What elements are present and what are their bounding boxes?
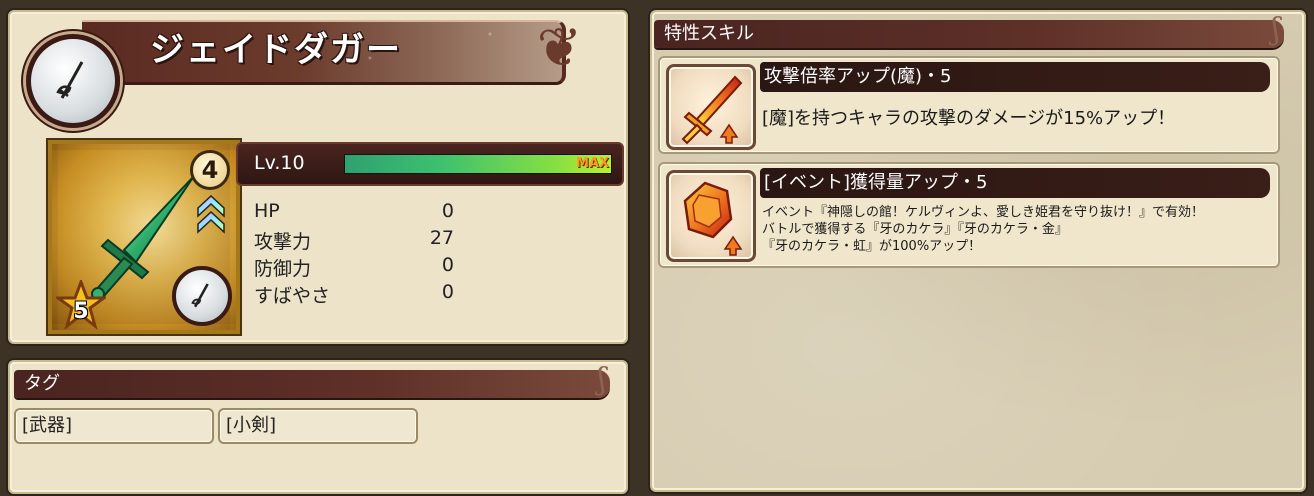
tag-header-label: タグ <box>24 373 60 394</box>
stat-row-attack: 攻撃力 27 <box>254 227 454 254</box>
stat-value: 0 <box>441 254 454 276</box>
tag-item[interactable]: [小剣] <box>218 408 418 444</box>
weapon-type-small-icon <box>172 266 232 326</box>
weapon-type-rapier-icon <box>26 34 120 128</box>
header-curl-ornament: ʃ <box>597 362 606 397</box>
skill-title: [イベント]獲得量アップ・5 <box>760 168 1270 198</box>
stat-value: 0 <box>441 200 454 222</box>
skill-desc-line: バトルで獲得する『牙のカケラ』『牙のカケラ・金』 <box>762 222 1068 237</box>
rank-chevron-icon <box>197 194 225 234</box>
tag-item[interactable]: [武器] <box>14 408 214 444</box>
level-max-label: MAX <box>575 156 609 171</box>
skill-card[interactable]: [イベント]獲得量アップ・5 イベント『神隠しの館！ケルヴィンよ、愛しき姫君を守… <box>658 162 1280 268</box>
rarity-badge: 4 <box>190 150 230 190</box>
banner-flourish: ❦ <box>536 16 582 79</box>
skill-header-label: 特性スキル <box>664 23 754 44</box>
skill-title: 攻撃倍率アップ(魔)・5 <box>760 62 1270 92</box>
stat-label: 攻撃力 <box>254 231 312 253</box>
gem-up-icon <box>666 170 756 262</box>
level-progress-fill <box>345 155 611 173</box>
skill-description: [魔]を持つキャラの攻撃のダメージが15%アップ！ <box>762 108 1176 129</box>
sword-up-icon <box>666 64 756 150</box>
header-curl-ornament: ʃ <box>1271 12 1280 47</box>
skill-card[interactable]: 攻撃倍率アップ(魔)・5 [魔]を持つキャラの攻撃のダメージが15%アップ！ <box>658 56 1280 154</box>
stat-label: 防御力 <box>254 258 312 280</box>
stat-row-hp: HP 0 <box>254 200 454 227</box>
stat-label: HP <box>254 200 280 222</box>
tag-panel: タグ ʃ [武器] [小剣] <box>8 360 628 494</box>
skill-desc-line: イベント『神隠しの館！ケルヴィンよ、愛しき姫君を守り抜け！』で有効！ <box>762 205 1205 220</box>
level-progress-track: MAX <box>344 154 612 174</box>
star-count: 5 <box>73 299 89 324</box>
level-label: Lv.10 <box>254 152 305 174</box>
stat-row-defense: 防御力 0 <box>254 254 454 281</box>
skill-description: イベント『神隠しの館！ケルヴィンよ、愛しき姫君を守り抜け！』で有効！ バトルで獲… <box>762 204 1204 255</box>
stat-value: 0 <box>441 281 454 303</box>
skill-desc-line: 『牙のカケラ・虹』が100%アップ！ <box>762 239 982 254</box>
trait-skill-panel: 特性スキル ʃ 攻撃倍率アップ(魔)・5 [魔]を持つキャラの攻撃のダメージが1… <box>650 10 1306 492</box>
stat-row-speed: すばやさ 0 <box>254 281 454 308</box>
item-name: ジェイドダガー <box>150 30 402 70</box>
skill-section-header: 特性スキル ʃ <box>654 15 1284 48</box>
stat-label: すばやさ <box>254 285 331 307</box>
level-bar: Lv.10 MAX <box>236 142 624 186</box>
stats-list: HP 0 攻撃力 27 防御力 0 すばやさ 0 <box>254 200 454 308</box>
stat-value: 27 <box>429 227 454 249</box>
item-detail-panel: ❦ ジェイドダガー 4 5 Lv.10 MAX HP 0 攻撃力 27 防御力 … <box>8 10 628 344</box>
tag-section-header: タグ ʃ <box>14 365 610 398</box>
item-card: 4 5 <box>48 140 240 334</box>
